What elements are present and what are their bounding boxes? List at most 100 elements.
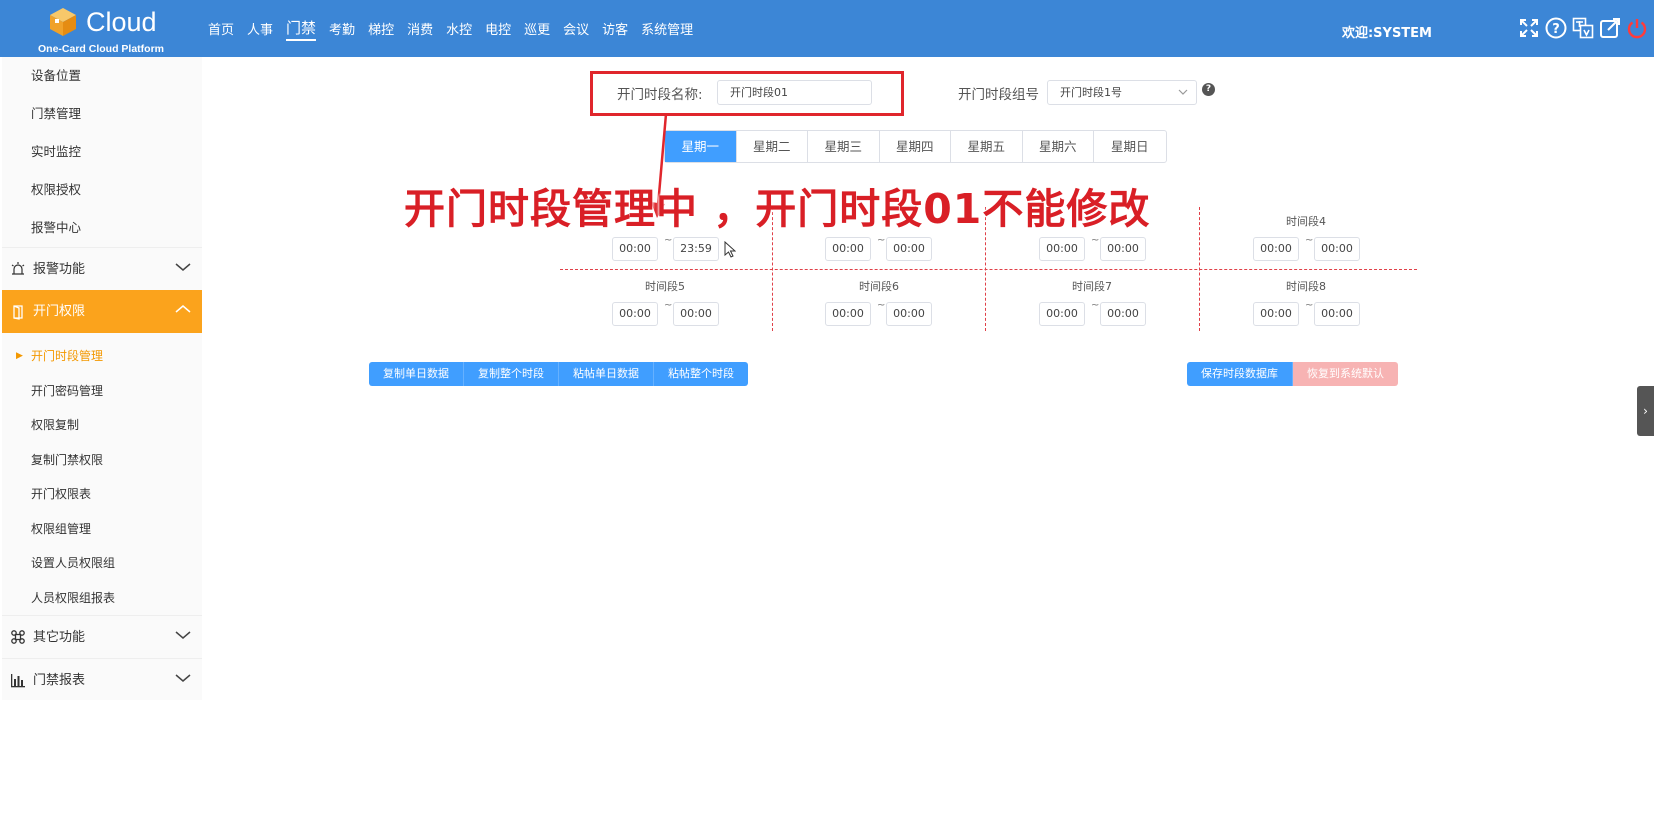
slot-8-start-input[interactable]: 00:00: [1253, 302, 1299, 326]
copy-whole-period-button[interactable]: 复制整个时段: [464, 362, 559, 386]
slot-5-separator: ~: [664, 300, 673, 311]
sidebar-item-set-user-group[interactable]: 设置人员权限组: [2, 546, 202, 581]
weekday-tabs: 星期一 星期二 星期三 星期四 星期五 星期六 星期日: [664, 130, 1167, 163]
sidebar-item-copy-access-permission[interactable]: 复制门禁权限: [2, 443, 202, 478]
group-number-value: 开门时段1号: [1060, 86, 1122, 99]
question-icon[interactable]: ?: [1202, 83, 1215, 96]
sidebar-item-door-time-management[interactable]: ▶ 开门时段管理: [2, 339, 202, 374]
tab-wednesday[interactable]: 星期三: [808, 131, 880, 162]
slot-6-separator: ~: [877, 300, 886, 311]
sidebar-group-other[interactable]: 其它功能: [2, 615, 202, 658]
slot-5-title: 时间段5: [645, 280, 685, 293]
slot-5-end-input[interactable]: 00:00: [673, 302, 719, 326]
slot-8-end-input[interactable]: 00:00: [1314, 302, 1360, 326]
mouse-cursor-icon: [724, 241, 736, 258]
nav-system[interactable]: 系统管理: [641, 19, 693, 38]
slot-6-start-input[interactable]: 00:00: [825, 302, 871, 326]
slot-4-separator: ~: [1305, 235, 1314, 246]
sidebar-item-permission-group[interactable]: 权限组管理: [2, 512, 202, 547]
annotation-text: 开门时段管理中 ，开门时段01不能修改: [404, 185, 1151, 233]
sidebar-group-label: 门禁报表: [33, 672, 86, 688]
logo-subtitle: One-Card Cloud Platform: [38, 43, 165, 55]
tab-friday[interactable]: 星期五: [951, 131, 1023, 162]
bar-chart-icon: [10, 672, 26, 688]
sidebar-item-user-group-report[interactable]: 人员权限组报表: [2, 581, 202, 616]
slot-1-start-input[interactable]: 00:00: [612, 237, 658, 261]
nav-hr[interactable]: 人事: [247, 19, 273, 38]
chevron-up-icon: [175, 305, 191, 313]
slot-3-end-input[interactable]: 00:00: [1100, 237, 1146, 261]
grid-divider-vertical: [1199, 207, 1200, 331]
sidebar-group-label: 其它功能: [33, 629, 86, 645]
welcome-text: 欢迎:SYSTEM: [1341, 26, 1432, 41]
sidebar-item-permission-copy[interactable]: 权限复制: [2, 408, 202, 443]
slot-5-start-input[interactable]: 00:00: [612, 302, 658, 326]
power-icon[interactable]: [1625, 16, 1648, 39]
door-icon: [10, 304, 26, 320]
top-bar: Cloud One-Card Cloud Platform 首页 人事 门禁 考…: [0, 0, 1654, 57]
sidebar-group-alarm[interactable]: 报警功能: [2, 247, 202, 290]
nav-water[interactable]: 水控: [446, 19, 472, 38]
sidebar-item-label: 开门时段管理: [31, 349, 104, 363]
sidebar-item-device-location[interactable]: 设备位置: [2, 57, 202, 95]
help-icon[interactable]: ?: [1544, 16, 1567, 39]
sidebar-item-realtime-monitor[interactable]: 实时监控: [2, 133, 202, 171]
sidebar-item-alarm-center[interactable]: 报警中心: [2, 209, 202, 247]
slot-7-start-input[interactable]: 00:00: [1039, 302, 1085, 326]
group-number-select[interactable]: 开门时段1号: [1047, 80, 1197, 105]
chevron-right-icon: ›: [1643, 404, 1648, 418]
language-icon[interactable]: [1571, 16, 1594, 39]
nav-access-control[interactable]: 门禁: [286, 17, 317, 41]
nav-patrol[interactable]: 巡更: [524, 19, 550, 38]
slot-4-start-input[interactable]: 00:00: [1253, 237, 1299, 261]
fullscreen-icon[interactable]: [1517, 16, 1540, 39]
caret-right-icon: ▶: [16, 351, 23, 361]
sidebar-item-permission-grant[interactable]: 权限授权: [2, 171, 202, 209]
tab-saturday[interactable]: 星期六: [1023, 131, 1094, 162]
paste-single-day-button[interactable]: 粘帖单日数据: [559, 362, 654, 386]
slot-2-separator: ~: [877, 235, 886, 246]
slot-7-title: 时间段7: [1072, 280, 1112, 293]
slot-1-end-input[interactable]: 23:59: [673, 237, 719, 261]
save-restore-button-group: 保存时段数据库 恢复到系统默认: [1187, 362, 1398, 386]
main-content: 开门时段名称: 开门时段01 开门时段组号 开门时段1号 ? 星期一 星期二 星…: [202, 57, 1654, 818]
sidebar-item-access-management[interactable]: 门禁管理: [2, 95, 202, 133]
copy-single-day-button[interactable]: 复制单日数据: [369, 362, 464, 386]
group-number-label: 开门时段组号: [958, 87, 1039, 103]
slot-6-title: 时间段6: [859, 280, 899, 293]
sidebar-group-report[interactable]: 门禁报表: [2, 658, 202, 701]
slot-3-start-input[interactable]: 00:00: [1039, 237, 1085, 261]
logo: Cloud One-Card Cloud Platform: [30, 5, 180, 55]
chevron-down-icon: [1178, 89, 1188, 95]
save-period-db-button[interactable]: 保存时段数据库: [1187, 362, 1293, 386]
slot-6-end-input[interactable]: 00:00: [886, 302, 932, 326]
sidebar-item-door-password[interactable]: 开门密码管理: [2, 374, 202, 409]
slot-2-start-input[interactable]: 00:00: [825, 237, 871, 261]
tab-thursday[interactable]: 星期四: [880, 131, 951, 162]
svg-text:?: ?: [1552, 22, 1560, 37]
nav-consumption[interactable]: 消费: [407, 19, 433, 38]
slot-7-end-input[interactable]: 00:00: [1100, 302, 1146, 326]
tab-sunday[interactable]: 星期日: [1094, 131, 1166, 162]
restore-default-button[interactable]: 恢复到系统默认: [1293, 362, 1398, 386]
nav-elevator[interactable]: 梯控: [368, 19, 394, 38]
time-name-field[interactable]: 开门时段01: [717, 80, 872, 105]
slot-2-end-input[interactable]: 00:00: [886, 237, 932, 261]
side-panel-toggle[interactable]: ›: [1637, 386, 1654, 436]
paste-whole-period-button[interactable]: 粘帖整个时段: [654, 362, 748, 386]
sidebar-item-door-permission-table[interactable]: 开门权限表: [2, 477, 202, 512]
slot-8-separator: ~: [1305, 300, 1314, 311]
nav-attendance[interactable]: 考勤: [329, 19, 355, 38]
time-name-label: 开门时段名称:: [617, 87, 703, 103]
top-icons: ?: [1517, 16, 1648, 39]
tab-tuesday[interactable]: 星期二: [737, 131, 808, 162]
sidebar-group-door-permission[interactable]: 开门权限: [2, 290, 202, 333]
slot-3-separator: ~: [1091, 235, 1100, 246]
nav-home[interactable]: 首页: [208, 19, 234, 38]
nav-electric[interactable]: 电控: [485, 19, 511, 38]
external-link-icon[interactable]: [1598, 16, 1621, 39]
nav-meeting[interactable]: 会议: [563, 19, 589, 38]
slot-4-end-input[interactable]: 00:00: [1314, 237, 1360, 261]
slot-7-separator: ~: [1091, 300, 1100, 311]
nav-visitor[interactable]: 访客: [602, 19, 628, 38]
